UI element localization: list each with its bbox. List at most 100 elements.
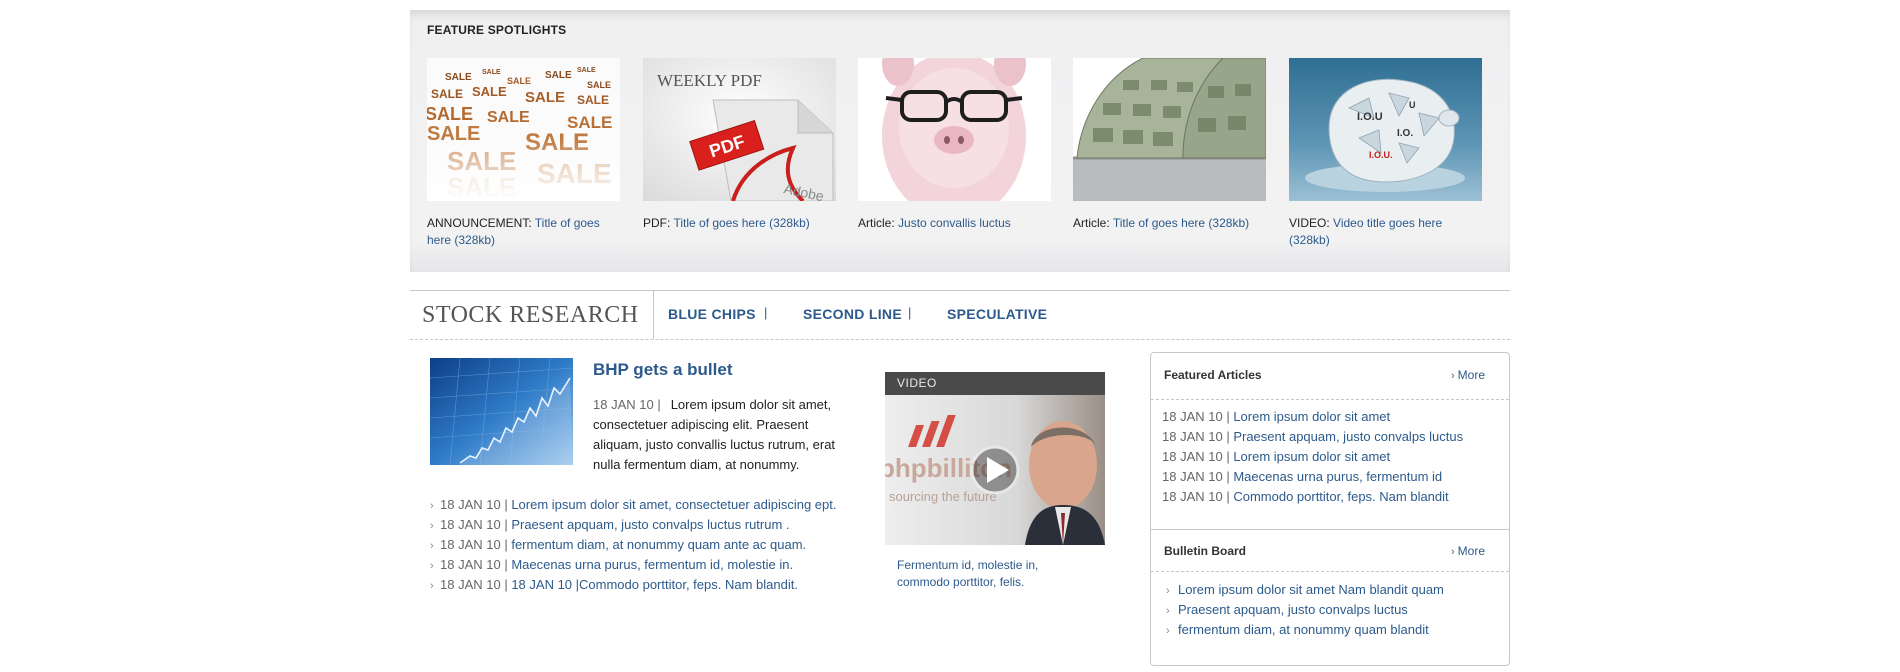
svg-text:SALE: SALE bbox=[482, 69, 501, 76]
feature-spotlights-panel: FEATURE SPOTLIGHTS SALE SALE SALE SALE S… bbox=[410, 10, 1510, 272]
piggy-bank-image[interactable] bbox=[858, 58, 1051, 201]
item-link[interactable]: fermentum diam, at nonummy quam ante ac … bbox=[511, 537, 806, 552]
spotlight-prefix: Article: bbox=[1073, 216, 1110, 230]
list-item: › fermentum diam, at nonummy quam blandit bbox=[1166, 620, 1444, 640]
bulletin-board-header: Bulletin Board › More bbox=[1151, 529, 1509, 575]
item-link[interactable]: Maecenas urna purus, fermentum id, moles… bbox=[511, 557, 793, 572]
video-panel: VIDEO bhpbilliton sourcing the future Fe… bbox=[885, 372, 1105, 591]
video-label: VIDEO bbox=[885, 372, 1105, 395]
spotlight-prefix: ANNOUNCEMENT: bbox=[427, 216, 532, 230]
story-headline[interactable]: BHP gets a bullet bbox=[593, 360, 733, 380]
tab-separator: | bbox=[764, 305, 768, 320]
item-date: 18 JAN 10 | bbox=[1162, 409, 1230, 424]
tab-second-line[interactable]: SECOND LINE bbox=[803, 306, 902, 322]
spotlight-item-article-piggy: Article: Justo convallis luctus bbox=[858, 58, 1051, 232]
svg-text:SALE: SALE bbox=[587, 80, 611, 90]
svg-text:U: U bbox=[1409, 100, 1416, 110]
featured-articles-header: Featured Articles › More bbox=[1151, 353, 1509, 399]
item-date: 18 JAN 10 | bbox=[440, 537, 508, 552]
story-summary: 18 JAN 10 | Lorem ipsum dolor sit amet, c… bbox=[593, 395, 848, 475]
svg-text:sourcing the future: sourcing the future bbox=[889, 489, 997, 504]
tab-separator: | bbox=[908, 305, 912, 320]
chevron-right-icon: › bbox=[1450, 370, 1455, 382]
sale-image[interactable]: SALE SALE SALE SALE SALE SALE SALE SALE … bbox=[427, 58, 620, 201]
list-item: › 18 JAN 10 | 18 JAN 10 |Commodo porttito… bbox=[430, 575, 870, 595]
item-date: 18 JAN 10 | bbox=[1162, 469, 1230, 484]
tab-blue-chips[interactable]: BLUE CHIPS bbox=[668, 306, 756, 322]
spotlight-item-video: I.O.U I.O. I.O.U. U VIDEO: Video title g… bbox=[1289, 58, 1482, 249]
tab-divider bbox=[653, 291, 654, 339]
bulletin-board-title: Bulletin Board bbox=[1164, 544, 1247, 558]
video-player[interactable]: bhpbilliton sourcing the future bbox=[885, 395, 1105, 545]
svg-text:SALE: SALE bbox=[487, 109, 530, 126]
shattered-piggy-image[interactable]: I.O.U I.O. I.O.U. U bbox=[1289, 58, 1482, 201]
spotlight-caption: ANNOUNCEMENT: Title of goes here (328kb) bbox=[427, 215, 620, 249]
list-item: 18 JAN 10 | Lorem ipsum dolor sit amet bbox=[1162, 447, 1463, 467]
featured-articles-title: Featured Articles bbox=[1164, 368, 1262, 382]
spotlight-link[interactable]: Title of goes here (328kb) bbox=[1113, 216, 1249, 230]
sidebar-box: Featured Articles › More 18 JAN 10 | Lore… bbox=[1150, 352, 1510, 666]
item-link[interactable]: Maecenas urna purus, fermentum id bbox=[1233, 469, 1442, 484]
list-item: 18 JAN 10 | Praesent apquam, justo conva… bbox=[1162, 427, 1463, 447]
spotlight-item-pdf: WEEKLY PDF Adobe PDF PDF: Title of goes … bbox=[643, 58, 836, 232]
item-link[interactable]: 18 JAN 10 |Commodo porttitor, feps. Nam … bbox=[511, 577, 798, 592]
item-link[interactable]: Praesent apquam, justo convalps luctus bbox=[1178, 602, 1408, 617]
svg-text:SALE: SALE bbox=[577, 67, 596, 74]
svg-text:SALE: SALE bbox=[445, 72, 472, 83]
chevron-right-icon: › bbox=[1450, 546, 1455, 558]
list-item: › 18 JAN 10 | Maecenas urna purus, fermen… bbox=[430, 555, 870, 575]
page-wrapper: FEATURE SPOTLIGHTS SALE SALE SALE SALE S… bbox=[410, 0, 1510, 672]
item-link[interactable]: Praesent apquam, justo convalps luctus bbox=[1233, 429, 1463, 444]
svg-text:SALE: SALE bbox=[545, 70, 572, 81]
item-link[interactable]: Praesent apquam, justo convalps luctus r… bbox=[511, 517, 789, 532]
chevron-right-icon: › bbox=[430, 500, 434, 512]
item-date: 18 JAN 10 | bbox=[440, 497, 508, 512]
item-date: 18 JAN 10 | bbox=[440, 577, 508, 592]
more-label: More bbox=[1457, 544, 1485, 558]
item-link[interactable]: fermentum diam, at nonummy quam blandit bbox=[1178, 622, 1429, 637]
list-item: › 18 JAN 10 | fermentum diam, at nonummy … bbox=[430, 535, 870, 555]
story-date: 18 JAN 10 | bbox=[593, 397, 661, 412]
spotlight-prefix: Article: bbox=[858, 216, 895, 230]
stock-chart-image[interactable] bbox=[430, 358, 573, 465]
list-item: › Praesent apquam, justo convalps luctus bbox=[1166, 600, 1444, 620]
item-link[interactable]: Lorem ipsum dolor sit amet, consectetuer… bbox=[511, 497, 836, 512]
spotlight-link[interactable]: Title of goes here (328kb) bbox=[673, 216, 809, 230]
weekly-pdf-image[interactable]: WEEKLY PDF Adobe PDF bbox=[643, 58, 836, 201]
item-link[interactable]: Lorem ipsum dolor sit amet bbox=[1233, 449, 1390, 464]
stock-research-title: STOCK RESEARCH bbox=[422, 302, 639, 328]
dollar-bills-image[interactable] bbox=[1073, 58, 1266, 201]
svg-text:SALE: SALE bbox=[472, 84, 507, 99]
list-item: 18 JAN 10 | Commodo porttitor, feps. Nam… bbox=[1162, 487, 1463, 507]
list-item: 18 JAN 10 | Lorem ipsum dolor sit amet bbox=[1162, 407, 1463, 427]
spotlight-prefix: PDF: bbox=[643, 216, 671, 230]
list-item: › Lorem ipsum dolor sit amet Nam blandit … bbox=[1166, 580, 1444, 600]
more-label: More bbox=[1457, 368, 1485, 382]
chevron-right-icon: › bbox=[430, 580, 434, 592]
svg-text:SALE: SALE bbox=[427, 104, 473, 124]
tab-speculative[interactable]: SPECULATIVE bbox=[947, 306, 1047, 322]
spotlight-caption: Article: Justo convallis luctus bbox=[858, 215, 1051, 232]
svg-text:SALE: SALE bbox=[507, 76, 531, 86]
spotlight-caption: VIDEO: Video title goes here (328kb) bbox=[1289, 215, 1482, 249]
list-item: › 18 JAN 10 | Lorem ipsum dolor sit amet,… bbox=[430, 495, 870, 515]
svg-text:SALE: SALE bbox=[577, 93, 609, 107]
featured-more-link[interactable]: › More bbox=[1451, 368, 1485, 382]
item-link[interactable]: Lorem ipsum dolor sit amet Nam blandit q… bbox=[1178, 582, 1444, 597]
video-caption[interactable]: Fermentum id, molestie in, commodo portt… bbox=[885, 557, 1105, 591]
svg-text:SALE: SALE bbox=[525, 89, 565, 106]
svg-text:WEEKLY PDF: WEEKLY PDF bbox=[657, 71, 762, 90]
chevron-right-icon: › bbox=[1166, 605, 1170, 617]
featured-articles-list: 18 JAN 10 | Lorem ipsum dolor sit amet 1… bbox=[1162, 407, 1463, 507]
item-link[interactable]: Commodo porttitor, feps. Nam blandit bbox=[1233, 489, 1448, 504]
chevron-right-icon: › bbox=[430, 540, 434, 552]
item-date: 18 JAN 10 | bbox=[1162, 449, 1230, 464]
spotlight-item-announcement: SALE SALE SALE SALE SALE SALE SALE SALE … bbox=[427, 58, 620, 249]
bulletin-more-link[interactable]: › More bbox=[1451, 544, 1485, 558]
chevron-right-icon: › bbox=[430, 560, 434, 572]
list-item: › 18 JAN 10 | Praesent apquam, justo conv… bbox=[430, 515, 870, 535]
spotlight-caption: PDF: Title of goes here (328kb) bbox=[643, 215, 836, 232]
spotlight-link[interactable]: Justo convallis luctus bbox=[898, 216, 1011, 230]
item-link[interactable]: Lorem ipsum dolor sit amet bbox=[1233, 409, 1390, 424]
item-date: 18 JAN 10 | bbox=[440, 517, 508, 532]
